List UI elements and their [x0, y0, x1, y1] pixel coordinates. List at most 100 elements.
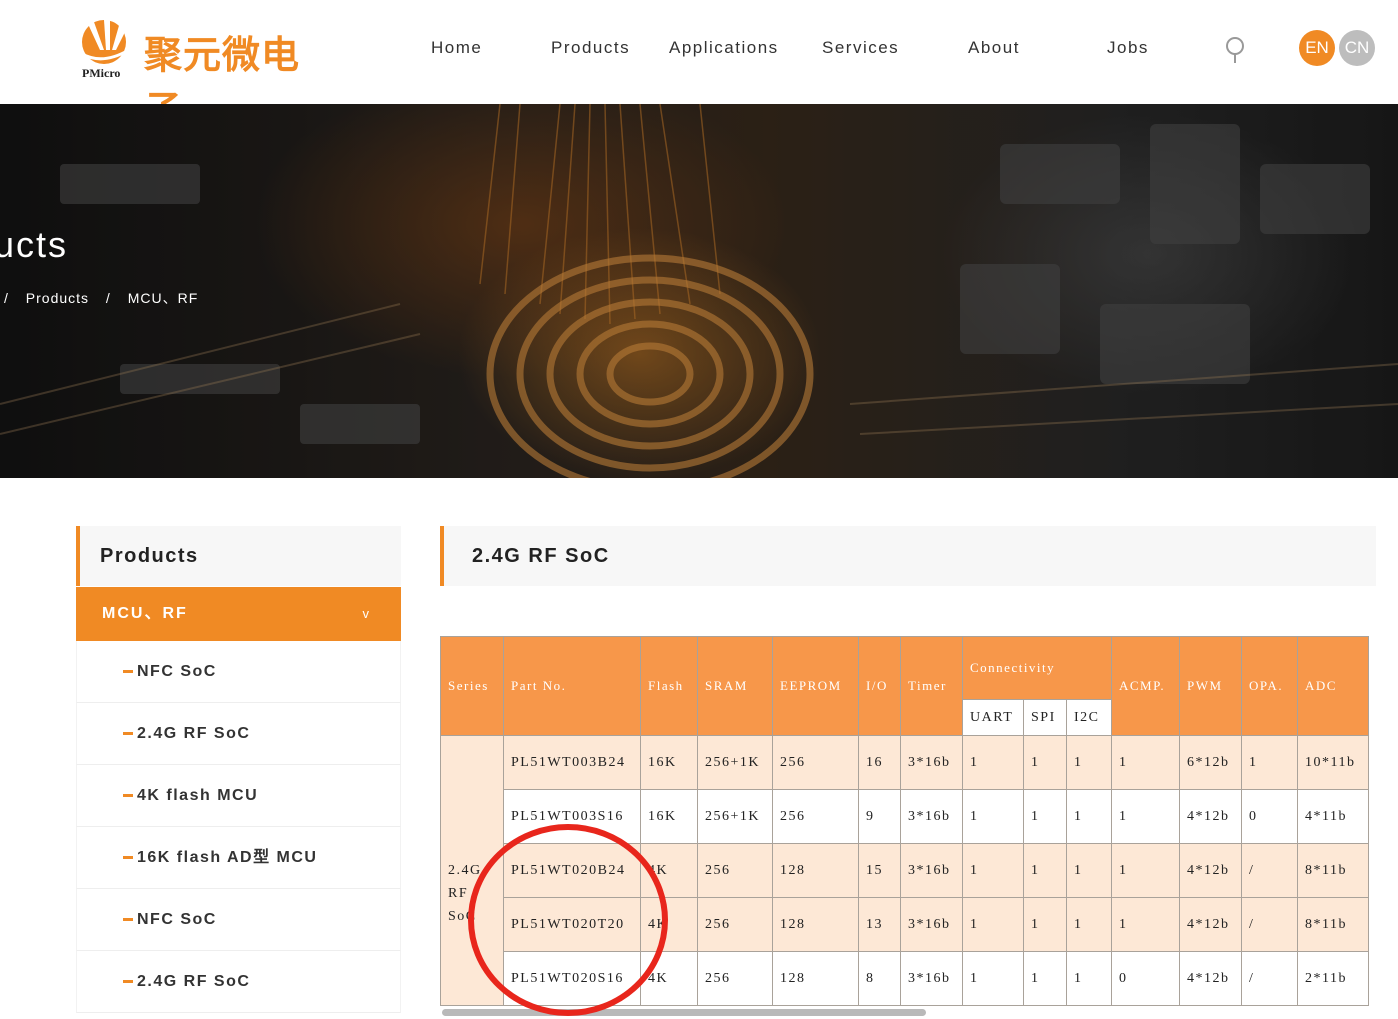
table-cell: 256	[697, 951, 773, 1006]
sidebar-item-16k-flash-ad-mcu[interactable]: 16K flash AD型 MCU	[76, 827, 401, 889]
header-eeprom: EEPROM	[772, 636, 859, 736]
nav-applications[interactable]: Applications	[669, 38, 779, 58]
table-cell: 10*11b	[1297, 735, 1369, 790]
table-cell: 3*16b	[900, 843, 963, 898]
table-cell: 15	[858, 843, 901, 898]
table-cell: 1	[1241, 735, 1298, 790]
table-cell: 1	[1023, 897, 1067, 952]
table-cell: 1	[1111, 897, 1180, 952]
table-cell: 16	[858, 735, 901, 790]
scrollbar-thumb[interactable]	[442, 1009, 926, 1016]
table-row: PL51WT020S16 4K 256 128 8 3*16b 1 1 1 0 …	[441, 951, 1369, 1006]
product-table: Series Part No. Flash SRAM EEPROM I/O Ti…	[440, 636, 1369, 1006]
header-adc: ADC	[1297, 636, 1369, 736]
table-cell: 8*11b	[1297, 897, 1369, 952]
sidebar-item-label: 2.4G RF SoC	[137, 725, 251, 742]
table-cell: /	[1241, 843, 1298, 898]
product-table-scroll[interactable]: Series Part No. Flash SRAM EEPROM I/O Ti…	[440, 636, 1376, 1006]
header-flash: Flash	[640, 636, 698, 736]
search-icon[interactable]	[1224, 36, 1248, 66]
table-row: PL51WT003S16 16K 256+1K 256 9 3*16b 1 1 …	[441, 789, 1369, 844]
sidebar-item-rf-soc-2[interactable]: 2.4G RF SoC	[76, 951, 401, 1013]
header-uart: UART	[962, 699, 1024, 736]
table-cell: 8*11b	[1297, 843, 1369, 898]
sidebar-title: Products	[76, 526, 401, 586]
breadcrumb-separator: /	[105, 290, 111, 306]
sidebar-item-label: NFC SoC	[137, 911, 217, 928]
table-cell: 8	[858, 951, 901, 1006]
site-header: 聚元微电子 PMicro Home Products Applications …	[0, 0, 1398, 132]
table-cell: 4K	[640, 897, 698, 952]
chevron-down-icon: v	[362, 606, 371, 621]
header-pwm: PWM	[1179, 636, 1242, 736]
table-cell: 1	[1023, 951, 1067, 1006]
sidebar-item-nfc-soc[interactable]: NFC SoC	[76, 641, 401, 703]
table-cell: /	[1241, 897, 1298, 952]
dash-icon	[123, 794, 133, 797]
header-part-no: Part No.	[503, 636, 641, 736]
table-cell: 4*12b	[1179, 843, 1242, 898]
banner-title: ucts	[0, 224, 69, 265]
table-cell: 1	[962, 789, 1024, 844]
lang-en-button[interactable]: EN	[1299, 30, 1335, 66]
table-cell: 16K	[640, 735, 698, 790]
table-cell: 1	[962, 951, 1024, 1006]
dash-icon	[123, 856, 133, 859]
table-cell: 128	[772, 843, 859, 898]
table-cell: 0	[1111, 951, 1180, 1006]
table-cell: PL51WT020T20	[503, 897, 641, 952]
dash-icon	[123, 918, 133, 921]
logo-mark-icon	[81, 20, 133, 64]
table-cell: 4*11b	[1297, 789, 1369, 844]
table-cell: 1	[1023, 843, 1067, 898]
table-cell: 4*12b	[1179, 897, 1242, 952]
sidebar-item-label: 2.4G RF SoC	[137, 973, 251, 990]
table-cell: 256+1K	[697, 735, 773, 790]
lang-cn-button[interactable]: CN	[1339, 30, 1375, 66]
header-io: I/O	[858, 636, 901, 736]
table-cell: 3*16b	[900, 789, 963, 844]
table-cell: 1	[1066, 951, 1112, 1006]
table-row: PL51WT020T20 4K 256 128 13 3*16b 1 1 1 1…	[441, 897, 1369, 952]
sidebar-category-mcu-rf[interactable]: MCU、RF v	[76, 587, 401, 641]
nav-home[interactable]: Home	[431, 38, 482, 58]
table-cell: 13	[858, 897, 901, 952]
page-banner: ucts / Products / MCU、RF	[0, 104, 1398, 478]
table-cell: 1	[1066, 897, 1112, 952]
table-cell: 9	[858, 789, 901, 844]
dash-icon	[123, 980, 133, 983]
table-horizontal-scrollbar[interactable]	[440, 1008, 1376, 1017]
table-cell: 1	[962, 843, 1024, 898]
table-cell: 3*16b	[900, 735, 963, 790]
table-cell: 1	[1066, 843, 1112, 898]
logo[interactable]: 聚元微电子 PMicro	[74, 14, 324, 132]
table-row: PL51WT020B24 4K 256 128 15 3*16b 1 1 1 1…	[441, 843, 1369, 898]
breadcrumb-separator: /	[4, 290, 9, 306]
sidebar: Products MCU、RF v NFC SoC 2.4G RF SoC 4K…	[76, 526, 401, 1013]
table-cell: 1	[1066, 789, 1112, 844]
table-cell: 256	[697, 897, 773, 952]
sidebar-item-rf-soc[interactable]: 2.4G RF SoC	[76, 703, 401, 765]
sidebar-item-4k-flash-mcu[interactable]: 4K flash MCU	[76, 765, 401, 827]
table-cell: 4K	[640, 843, 698, 898]
table-cell: 256	[697, 843, 773, 898]
table-cell: 6*12b	[1179, 735, 1242, 790]
table-cell: 1	[1111, 843, 1180, 898]
logo-english-text: PMicro	[82, 66, 121, 80]
table-cell: 4*12b	[1179, 951, 1242, 1006]
header-spi: SPI	[1023, 699, 1067, 736]
table-cell: PL51WT020S16	[503, 951, 641, 1006]
nav-jobs[interactable]: Jobs	[1107, 38, 1149, 58]
breadcrumb-products[interactable]: Products	[26, 290, 89, 306]
sidebar-item-label: NFC SoC	[137, 663, 217, 680]
table-cell: PL51WT020B24	[503, 843, 641, 898]
header-connectivity: Connectivity	[962, 636, 1112, 700]
nav-services[interactable]: Services	[822, 38, 899, 58]
nav-products[interactable]: Products	[551, 38, 630, 58]
sidebar-item-label: 4K flash MCU	[137, 787, 259, 804]
series-line: SoC	[448, 909, 477, 924]
nav-about[interactable]: About	[968, 38, 1020, 58]
breadcrumb: / Products / MCU、RF	[4, 288, 210, 308]
breadcrumb-current: MCU、RF	[127, 290, 199, 306]
sidebar-item-nfc-soc-2[interactable]: NFC SoC	[76, 889, 401, 951]
